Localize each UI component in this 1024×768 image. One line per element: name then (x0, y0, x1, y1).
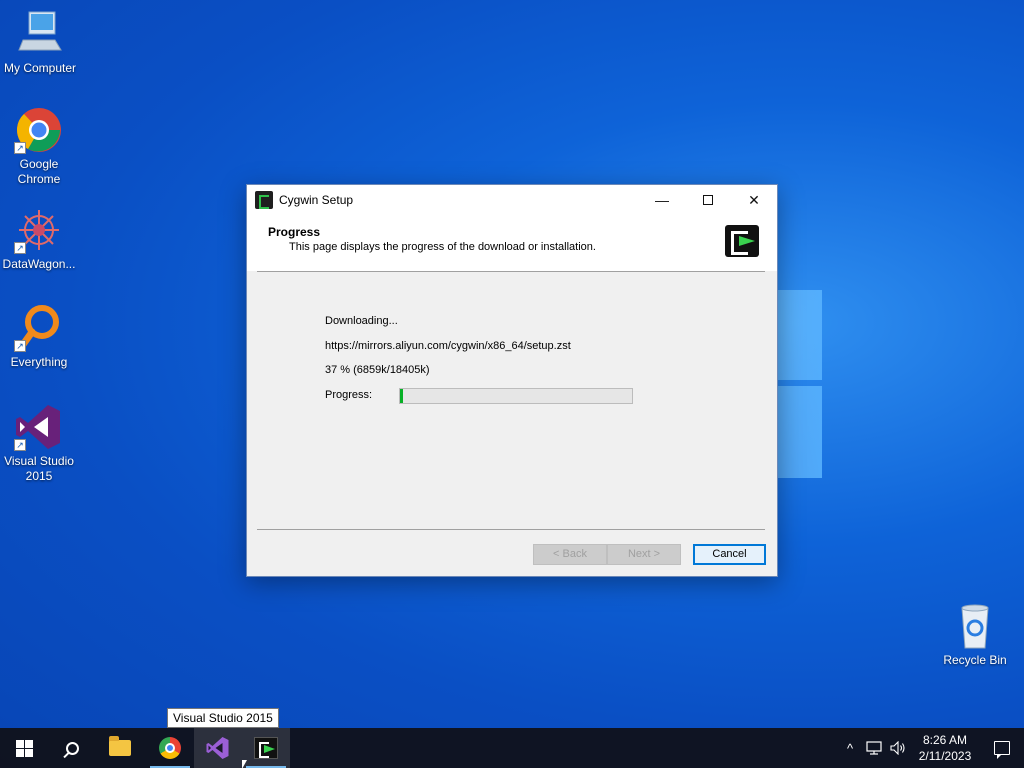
clock[interactable]: 8:26 AM 2/11/2023 (910, 732, 980, 764)
visual-studio-taskbar-button[interactable] (194, 728, 242, 768)
maximize-button[interactable] (685, 185, 731, 215)
divider (257, 529, 765, 530)
notifications-button[interactable] (980, 728, 1024, 768)
maximize-icon (703, 195, 713, 205)
desktop-icon-label: Google Chrome (17, 157, 61, 186)
visual-studio-icon (206, 737, 229, 759)
cygwin-taskbar-button[interactable] (242, 728, 290, 768)
cygwin-logo-icon (725, 225, 759, 257)
chrome-icon: ↗ (14, 106, 64, 154)
speaker-icon (890, 741, 905, 755)
page-title: Progress (268, 225, 321, 239)
network-button[interactable] (862, 728, 886, 768)
clock-time: 8:26 AM (922, 733, 968, 747)
desktop-icon-label: Everything (10, 355, 68, 369)
taskbar: ^ 8:26 AM 2/11/2023 (0, 728, 1024, 768)
desktop-icon-my-computer[interactable]: My Computer (0, 10, 80, 76)
progress-text: 37 % (6859k/18405k) (325, 364, 430, 376)
close-icon: ✕ (748, 191, 760, 208)
recycle-bin-icon (950, 602, 1000, 650)
search-button[interactable] (48, 728, 96, 768)
desktop-icon-visual-studio-2015[interactable]: ↗ Visual Studio 2015 (0, 403, 79, 484)
desktop-icon-datawagon[interactable]: ↗ DataWagon... (0, 206, 79, 272)
clock-date: 2/11/2023 (918, 749, 972, 763)
minimize-button[interactable]: — (639, 185, 685, 215)
next-button[interactable]: Next > (607, 544, 681, 565)
volume-button[interactable] (886, 728, 910, 768)
divider (257, 271, 765, 272)
chevron-up-icon: ^ (846, 740, 854, 756)
desktop-icon-google-chrome[interactable]: ↗ Google Chrome (0, 106, 79, 187)
cancel-button[interactable]: Cancel (693, 544, 766, 565)
show-hidden-icons-button[interactable]: ^ (838, 728, 862, 768)
windows-start-icon (15, 739, 33, 757)
dialog-header: Progress This page displays the progress… (247, 215, 777, 271)
back-button[interactable]: < Back (533, 544, 607, 565)
everything-search-icon: ↗ (14, 304, 64, 352)
cygwin-icon (255, 191, 273, 209)
shortcut-arrow-icon: ↗ (14, 340, 26, 352)
status-text: Downloading... (325, 315, 398, 327)
desktop-icon-everything[interactable]: ↗ Everything (0, 304, 79, 370)
chrome-taskbar-button[interactable] (146, 728, 194, 768)
search-icon (65, 741, 79, 755)
desktop-icon-recycle-bin[interactable]: Recycle Bin (935, 602, 1015, 668)
network-icon (866, 741, 882, 755)
file-explorer-button[interactable] (96, 728, 144, 768)
page-description: This page displays the progress of the d… (289, 241, 596, 253)
desktop-icon-label: Visual Studio 2015 (4, 454, 74, 483)
cygwin-icon (254, 737, 278, 759)
close-button[interactable]: ✕ (731, 185, 777, 215)
progress-fill (400, 389, 404, 403)
dialog-title: Cygwin Setup (279, 193, 354, 207)
chrome-icon (159, 737, 181, 759)
desktop-icon-label: DataWagon... (2, 257, 76, 271)
shortcut-arrow-icon: ↗ (14, 142, 26, 154)
progress-bar (399, 388, 633, 404)
taskbar-tooltip: Visual Studio 2015 (167, 708, 279, 728)
minimize-icon: — (655, 192, 669, 208)
shortcut-arrow-icon: ↗ (14, 439, 26, 451)
notification-icon (994, 741, 1010, 759)
folder-icon (109, 736, 131, 756)
datawagon-icon: ↗ (14, 206, 64, 254)
cygwin-setup-dialog[interactable]: Cygwin Setup — ✕ Progress This page disp… (246, 184, 778, 577)
shortcut-arrow-icon: ↗ (14, 242, 26, 254)
system-tray: ^ 8:26 AM 2/11/2023 (838, 728, 1024, 768)
progress-label: Progress: (325, 389, 373, 401)
download-url: https://mirrors.aliyun.com/cygwin/x86_64… (325, 340, 571, 352)
computer-icon (15, 10, 65, 58)
desktop-icon-label: My Computer (3, 61, 77, 75)
dialog-titlebar[interactable]: Cygwin Setup — ✕ (247, 185, 777, 215)
visual-studio-icon: ↗ (14, 403, 64, 451)
mouse-cursor-icon (242, 760, 247, 768)
start-button[interactable] (0, 728, 48, 768)
desktop-icon-label: Recycle Bin (943, 653, 1007, 667)
